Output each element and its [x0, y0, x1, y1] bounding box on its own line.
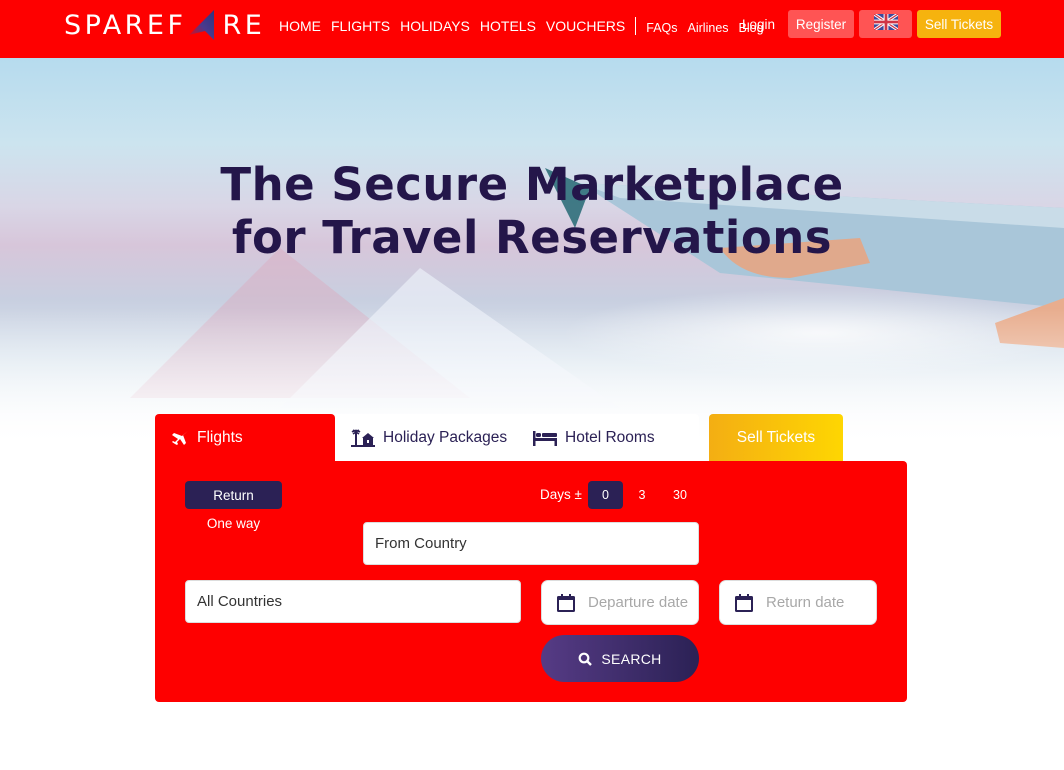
return-date-placeholder: Return date: [766, 594, 845, 611]
from-country-value: From Country: [375, 535, 467, 552]
search-button[interactable]: SEARCH: [541, 635, 699, 682]
trip-type-return-button[interactable]: Return: [185, 481, 282, 509]
calendar-icon: [556, 593, 576, 613]
sell-tickets-header-button[interactable]: Sell Tickets: [917, 10, 1001, 38]
trip-type-one-way-button[interactable]: One way: [185, 516, 282, 531]
sparefare-logo[interactable]: SPAREF RE: [64, 9, 265, 41]
register-button[interactable]: Register: [788, 10, 854, 38]
days-option-0[interactable]: 0: [588, 481, 623, 509]
tab-sell-tickets[interactable]: Sell Tickets: [709, 414, 843, 462]
tab-hotel-rooms-label: Hotel Rooms: [565, 429, 655, 446]
hero-title: The Secure Marketplace for Travel Reserv…: [0, 158, 1064, 264]
from-country-select[interactable]: From Country: [363, 522, 699, 565]
hero-title-line-2: for Travel Reservations: [231, 211, 833, 264]
return-date-input[interactable]: Return date: [719, 580, 877, 625]
tab-hotel-rooms[interactable]: Hotel Rooms: [533, 414, 655, 462]
nav-divider: [635, 17, 637, 35]
logo-text-left: SPAREF: [64, 9, 187, 41]
hero-title-line-1: The Secure Marketplace: [220, 158, 844, 211]
to-country-value: All Countries: [197, 593, 283, 610]
nav-vouchers[interactable]: VOUCHERS: [546, 18, 625, 34]
days-option-30[interactable]: 30: [663, 481, 697, 509]
flight-search-panel: Return One way Days ± 0 3 30 From Countr…: [155, 461, 907, 702]
bed-icon: [533, 430, 557, 446]
top-navbar: SPAREF RE HOME FLIGHTS HOLIDAYS HOTELS V…: [0, 0, 1064, 58]
hero-banner: The Secure Marketplace for Travel Reserv…: [0, 58, 1064, 448]
tab-holiday-packages[interactable]: Holiday Packages: [351, 414, 507, 462]
nav-flights[interactable]: FLIGHTS: [331, 18, 390, 34]
calendar-icon: [734, 593, 754, 613]
logo-text-right: RE: [222, 9, 266, 41]
search-button-label: SEARCH: [601, 650, 662, 667]
nav-home[interactable]: HOME: [279, 18, 321, 34]
paper-plane-logo-icon: [187, 9, 217, 41]
departure-date-input[interactable]: Departure date: [541, 580, 699, 625]
airplane-icon: [171, 430, 189, 446]
departure-date-placeholder: Departure date: [588, 594, 689, 611]
palm-house-icon: [351, 429, 375, 447]
tab-flights[interactable]: Flights: [155, 414, 335, 462]
main-nav: HOME FLIGHTS HOLIDAYS HOTELS VOUCHERS FA…: [279, 17, 774, 35]
login-link[interactable]: Login: [742, 17, 775, 32]
to-country-select[interactable]: All Countries: [185, 580, 521, 623]
nav-holidays[interactable]: HOLIDAYS: [400, 18, 470, 34]
uk-flag-icon: [872, 12, 899, 35]
nav-airlines[interactable]: Airlines: [688, 17, 729, 35]
nav-hotels[interactable]: HOTELS: [480, 18, 536, 34]
days-flex-label: Days ±: [540, 487, 582, 502]
language-selector-button[interactable]: [859, 10, 912, 38]
tab-flights-label: Flights: [197, 429, 243, 446]
tab-holiday-packages-label: Holiday Packages: [383, 429, 508, 446]
nav-faqs[interactable]: FAQs: [646, 17, 677, 35]
search-icon: [578, 652, 593, 666]
days-option-3[interactable]: 3: [627, 481, 657, 509]
